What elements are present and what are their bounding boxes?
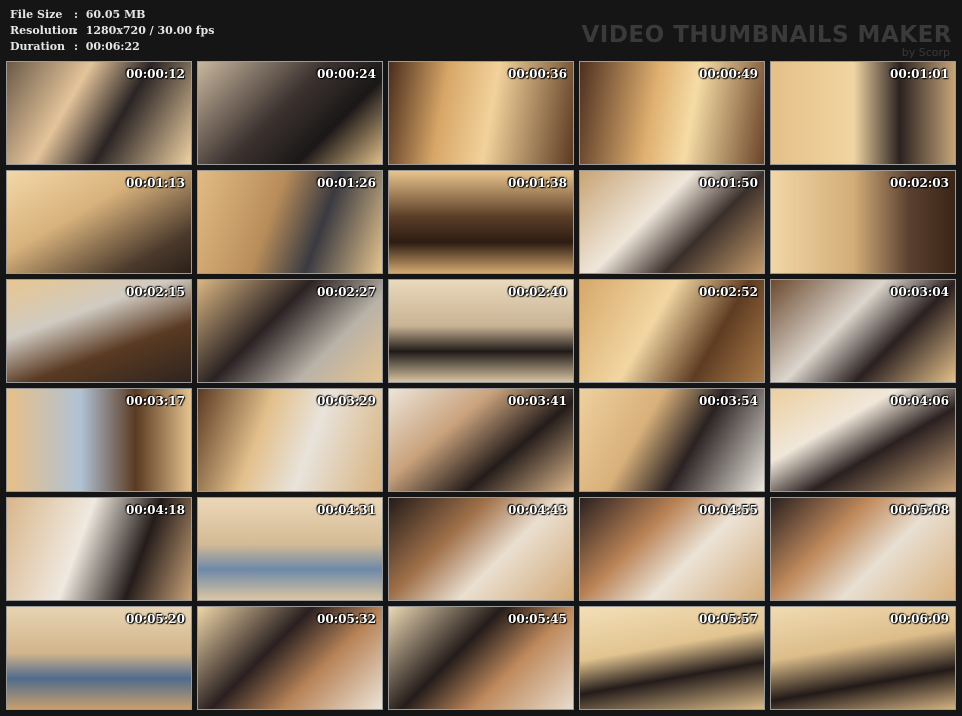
thumbnail-timestamp: 00:04:43 [508, 503, 567, 517]
video-thumbnail[interactable]: 00:04:31 [197, 497, 383, 601]
video-thumbnail[interactable]: 00:04:43 [388, 497, 574, 601]
resolution-label: Resolution [10, 24, 77, 37]
video-thumbnail[interactable]: 00:00:49 [579, 61, 765, 165]
thumbnail-timestamp: 00:05:08 [890, 503, 949, 517]
thumbnail-timestamp: 00:03:54 [699, 394, 758, 408]
video-thumbnail[interactable]: 00:01:01 [770, 61, 956, 165]
video-thumbnail[interactable]: 00:05:32 [197, 606, 383, 710]
file-size-value: : 60.05 MB [74, 8, 146, 21]
video-thumbnail[interactable]: 00:05:57 [579, 606, 765, 710]
thumbnail-timestamp: 00:06:09 [890, 612, 949, 626]
thumbnail-timestamp: 00:02:27 [317, 285, 376, 299]
video-thumbnail[interactable]: 00:02:52 [579, 279, 765, 383]
thumbnail-timestamp: 00:02:03 [890, 176, 949, 190]
video-thumbnail[interactable]: 00:02:27 [197, 279, 383, 383]
thumbnail-timestamp: 00:03:04 [890, 285, 949, 299]
video-thumbnail[interactable]: 00:03:17 [6, 388, 192, 492]
file-info-panel: File Size : 60.05 MB Resolution : 1280x7… [10, 7, 214, 55]
thumbnail-timestamp: 00:02:40 [508, 285, 567, 299]
file-size-row: File Size : 60.05 MB [10, 7, 214, 23]
video-thumbnail[interactable]: 00:05:08 [770, 497, 956, 601]
video-thumbnail[interactable]: 00:02:40 [388, 279, 574, 383]
watermark-byline: by Scorp [901, 46, 950, 59]
thumbnail-timestamp: 00:03:17 [126, 394, 185, 408]
video-thumbnail[interactable]: 00:03:54 [579, 388, 765, 492]
thumbnail-timestamp: 00:00:12 [126, 67, 185, 81]
video-thumbnail[interactable]: 00:01:50 [579, 170, 765, 274]
video-thumbnail[interactable]: 00:04:06 [770, 388, 956, 492]
duration-label: Duration [10, 40, 66, 53]
thumbnail-timestamp: 00:00:36 [508, 67, 567, 81]
video-thumbnail[interactable]: 00:00:24 [197, 61, 383, 165]
video-thumbnail[interactable]: 00:03:04 [770, 279, 956, 383]
thumbnail-timestamp: 00:05:32 [317, 612, 376, 626]
thumbnail-timestamp: 00:03:41 [508, 394, 567, 408]
thumbnail-timestamp: 00:04:55 [699, 503, 758, 517]
video-thumbnail[interactable]: 00:04:18 [6, 497, 192, 601]
video-thumbnail[interactable]: 00:02:03 [770, 170, 956, 274]
thumbnail-timestamp: 00:04:18 [126, 503, 185, 517]
thumbnail-timestamp: 00:00:49 [699, 67, 758, 81]
video-thumbnail[interactable]: 00:04:55 [579, 497, 765, 601]
thumbnail-timestamp: 00:01:38 [508, 176, 567, 190]
thumbnail-timestamp: 00:04:06 [890, 394, 949, 408]
thumbnail-timestamp: 00:02:52 [699, 285, 758, 299]
video-thumbnail[interactable]: 00:05:20 [6, 606, 192, 710]
video-thumbnail[interactable]: 00:01:26 [197, 170, 383, 274]
thumbnail-timestamp: 00:01:01 [890, 67, 949, 81]
thumbnail-timestamp: 00:01:26 [317, 176, 376, 190]
watermark-title: VIDEO THUMBNAILS MAKER [581, 22, 952, 48]
thumbnail-timestamp: 00:03:29 [317, 394, 376, 408]
thumbnail-timestamp: 00:05:57 [699, 612, 758, 626]
file-size-label: File Size [10, 8, 63, 21]
resolution-value: : 1280x720 / 30.00 fps [74, 24, 215, 37]
thumbnail-timestamp: 00:01:13 [126, 176, 185, 190]
watermark: VIDEO THUMBNAILS MAKER by Scorp [581, 22, 952, 58]
duration-row: Duration : 00:06:22 [10, 39, 214, 55]
video-thumbnail[interactable]: 00:01:13 [6, 170, 192, 274]
thumbnail-timestamp: 00:00:24 [317, 67, 376, 81]
duration-value: : 00:06:22 [74, 40, 140, 53]
video-thumbnail[interactable]: 00:06:09 [770, 606, 956, 710]
thumbnail-timestamp: 00:02:15 [126, 285, 185, 299]
video-thumbnail[interactable]: 00:00:12 [6, 61, 192, 165]
video-thumbnail[interactable]: 00:00:36 [388, 61, 574, 165]
thumbnail-timestamp: 00:04:31 [317, 503, 376, 517]
thumbnail-grid: 00:00:12 00:00:24 00:00:36 00:00:49 00:01:01… [6, 61, 956, 710]
video-thumbnail[interactable]: 00:03:29 [197, 388, 383, 492]
video-thumbnail[interactable]: 00:01:38 [388, 170, 574, 274]
thumbnail-timestamp: 00:01:50 [699, 176, 758, 190]
video-thumbnail[interactable]: 00:03:41 [388, 388, 574, 492]
thumbnail-timestamp: 00:05:45 [508, 612, 567, 626]
thumbnail-timestamp: 00:05:20 [126, 612, 185, 626]
video-thumbnail[interactable]: 00:05:45 [388, 606, 574, 710]
resolution-row: Resolution : 1280x720 / 30.00 fps [10, 23, 214, 39]
video-thumbnail[interactable]: 00:02:15 [6, 279, 192, 383]
